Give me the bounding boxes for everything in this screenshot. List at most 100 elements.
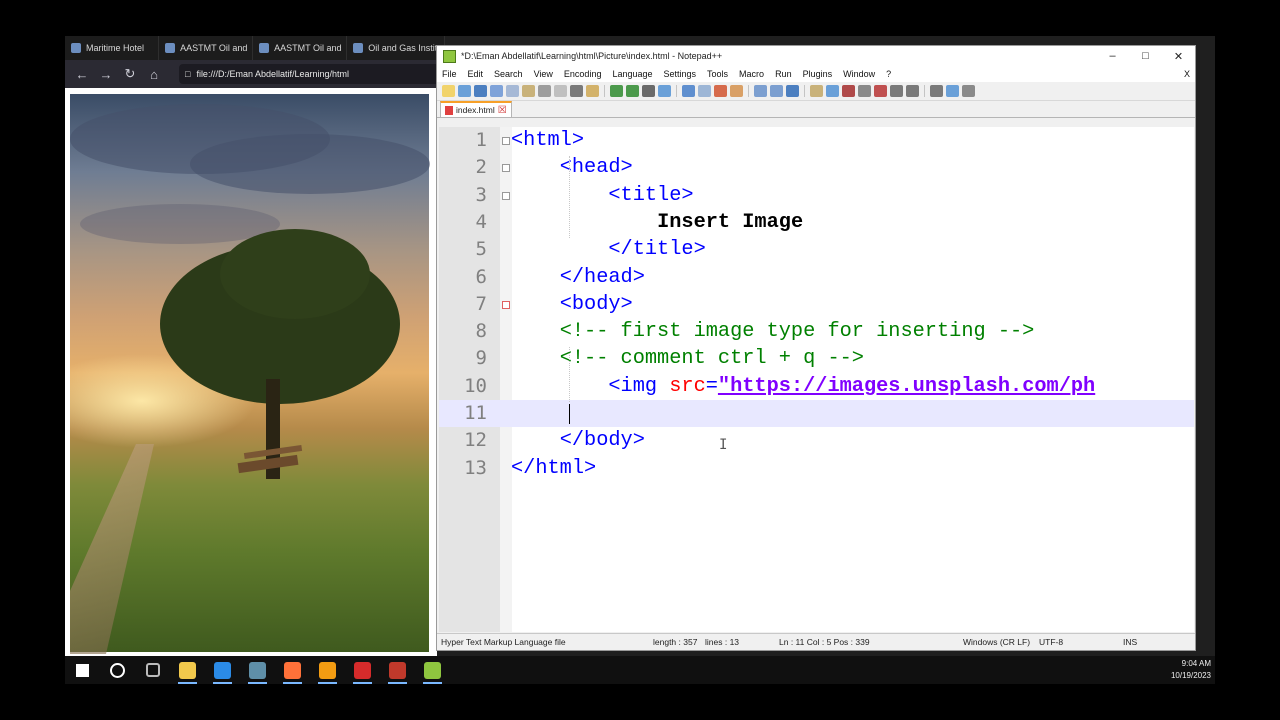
- menu-item[interactable]: Macro: [739, 69, 764, 79]
- minimize-icon[interactable]: –: [1096, 50, 1129, 63]
- notepad-plus-plus-icon[interactable]: [415, 656, 450, 684]
- toolbar-button-icon[interactable]: [458, 85, 471, 97]
- code-line[interactable]: 5 </title>: [439, 236, 1194, 263]
- app-icon[interactable]: [380, 656, 415, 684]
- system-clock[interactable]: 9:04 AM 10/19/2023: [1171, 658, 1211, 682]
- tab-close-icon[interactable]: ☒: [498, 105, 507, 116]
- browser-tab[interactable]: Oil and Gas Institute: [347, 36, 446, 60]
- edge-icon[interactable]: [205, 656, 240, 684]
- sublime-icon[interactable]: [310, 656, 345, 684]
- code-line[interactable]: 8 <!-- first image type for inserting --…: [439, 318, 1194, 345]
- code-line[interactable]: 13 </html>: [439, 455, 1194, 482]
- menu-item[interactable]: Tools: [707, 69, 728, 79]
- toolbar-button-icon[interactable]: [946, 85, 959, 97]
- toolbar-button-icon[interactable]: [770, 85, 783, 97]
- toolbar-button-icon[interactable]: [570, 85, 583, 97]
- toolbar-button-icon[interactable]: [930, 85, 943, 97]
- toolbar-button-icon[interactable]: [714, 85, 727, 97]
- task-view-icon[interactable]: [135, 656, 170, 684]
- toolbar-button-icon[interactable]: [474, 85, 487, 97]
- code-line[interactable]: 1 <html>: [439, 127, 1194, 154]
- code-value[interactable]: "https://images.unsplash.com/ph: [718, 375, 1095, 398]
- code-line[interactable]: 10 <img src="https://images.unsplash.com…: [439, 373, 1194, 400]
- toolbar-button-icon[interactable]: [826, 85, 839, 97]
- fold-toggle-icon[interactable]: [502, 164, 510, 173]
- document-tabs: index.html ☒: [437, 101, 1195, 118]
- toolbar-button-icon[interactable]: [858, 85, 871, 97]
- code-line[interactable]: 6 </head>: [439, 264, 1194, 291]
- toolbar-button-icon[interactable]: [874, 85, 887, 97]
- globe-icon: [353, 43, 364, 53]
- toolbar-button-icon[interactable]: [658, 85, 671, 97]
- menu-item[interactable]: Settings: [664, 69, 697, 79]
- search-icon[interactable]: [100, 656, 135, 684]
- browser-tab[interactable]: Maritime Hotel: [65, 36, 160, 60]
- menu-item[interactable]: Language: [612, 69, 652, 79]
- toolbar-button-icon[interactable]: [890, 85, 903, 97]
- toolbar-button-icon[interactable]: [538, 85, 551, 97]
- menu-item[interactable]: Plugins: [803, 69, 833, 79]
- code-line[interactable]: 11: [439, 400, 1194, 427]
- toolbar-button-icon[interactable]: [906, 85, 919, 97]
- browser-tab-label: Oil and Gas Institute: [368, 43, 446, 53]
- toolbar-button-icon[interactable]: [682, 85, 695, 97]
- calculator-icon[interactable]: [240, 656, 275, 684]
- code-line[interactable]: 12 </body> I: [439, 427, 1194, 454]
- browser-tab[interactable]: AASTMT Oil and: [253, 36, 348, 60]
- code-tag: </body>: [559, 429, 645, 453]
- menu-item[interactable]: File: [442, 69, 457, 79]
- menu-item[interactable]: Edit: [468, 69, 484, 79]
- forward-icon[interactable]: →: [99, 67, 113, 82]
- browser-tab[interactable]: AASTMT Oil and: [159, 36, 254, 60]
- close-icon[interactable]: ✕: [1162, 50, 1195, 63]
- tab-index-html[interactable]: index.html ☒: [440, 101, 512, 117]
- code-line[interactable]: 2 <head>: [439, 154, 1194, 181]
- globe-icon: [259, 43, 270, 53]
- maximize-icon[interactable]: □: [1129, 50, 1162, 63]
- code-line[interactable]: 9 <!-- comment ctrl + q -->: [439, 345, 1194, 372]
- text-caret: [569, 404, 570, 424]
- toolbar-button-icon[interactable]: [962, 85, 975, 97]
- fold-toggle-icon[interactable]: [502, 191, 510, 200]
- toolbar-button-icon[interactable]: [730, 85, 743, 97]
- line-number: 6: [475, 265, 487, 288]
- code-line[interactable]: 3 <title>: [439, 182, 1194, 209]
- toolbar-button-icon[interactable]: [626, 85, 639, 97]
- toolbar-button-icon[interactable]: [554, 85, 567, 97]
- toolbar-button-icon[interactable]: [610, 85, 623, 97]
- menu-item[interactable]: Run: [775, 69, 792, 79]
- code-tag: </html>: [511, 456, 597, 480]
- menu-item[interactable]: Window: [843, 69, 875, 79]
- menu-close-button[interactable]: X: [1184, 69, 1190, 79]
- menu-item[interactable]: Encoding: [564, 69, 602, 79]
- file-explorer-icon[interactable]: [170, 656, 205, 684]
- toolbar-button-icon[interactable]: [586, 85, 599, 97]
- toolbar-button-icon[interactable]: [698, 85, 711, 97]
- address-bar[interactable]: □ file:///D:/Eman Abdellatif/Learning/ht…: [179, 64, 445, 84]
- line-number: 7: [475, 292, 487, 315]
- toolbar-button-icon[interactable]: [810, 85, 823, 97]
- acrobat-icon[interactable]: [345, 656, 380, 684]
- toolbar-button-icon[interactable]: [842, 85, 855, 97]
- home-icon[interactable]: ⌂: [147, 67, 161, 82]
- code-editor[interactable]: 1 <html> 2 <head> 3 <title> 4 Insert Image 5 …: [439, 127, 1194, 632]
- toolbar-button-icon[interactable]: [506, 85, 519, 97]
- toolbar-button-icon[interactable]: [522, 85, 535, 97]
- code-text: <!-- first image type for inserting -->: [511, 320, 1035, 343]
- toolbar-button-icon[interactable]: [786, 85, 799, 97]
- toolbar-button-icon[interactable]: [754, 85, 767, 97]
- back-icon[interactable]: ←: [75, 67, 89, 82]
- fold-toggle-icon[interactable]: [502, 137, 510, 145]
- menu-item[interactable]: Search: [494, 69, 523, 79]
- windows-start-icon[interactable]: [65, 656, 100, 684]
- reload-icon[interactable]: ↻: [123, 66, 137, 82]
- code-line[interactable]: 7 <body>: [439, 291, 1194, 318]
- toolbar-button-icon[interactable]: [442, 85, 455, 97]
- toolbar-button-icon[interactable]: [642, 85, 655, 97]
- firefox-icon[interactable]: [275, 656, 310, 684]
- code-line[interactable]: 4 Insert Image: [439, 209, 1194, 236]
- menu-item[interactable]: View: [534, 69, 553, 79]
- menu-item[interactable]: ?: [886, 69, 891, 79]
- toolbar-button-icon[interactable]: [490, 85, 503, 97]
- fold-toggle-icon[interactable]: [502, 300, 510, 309]
